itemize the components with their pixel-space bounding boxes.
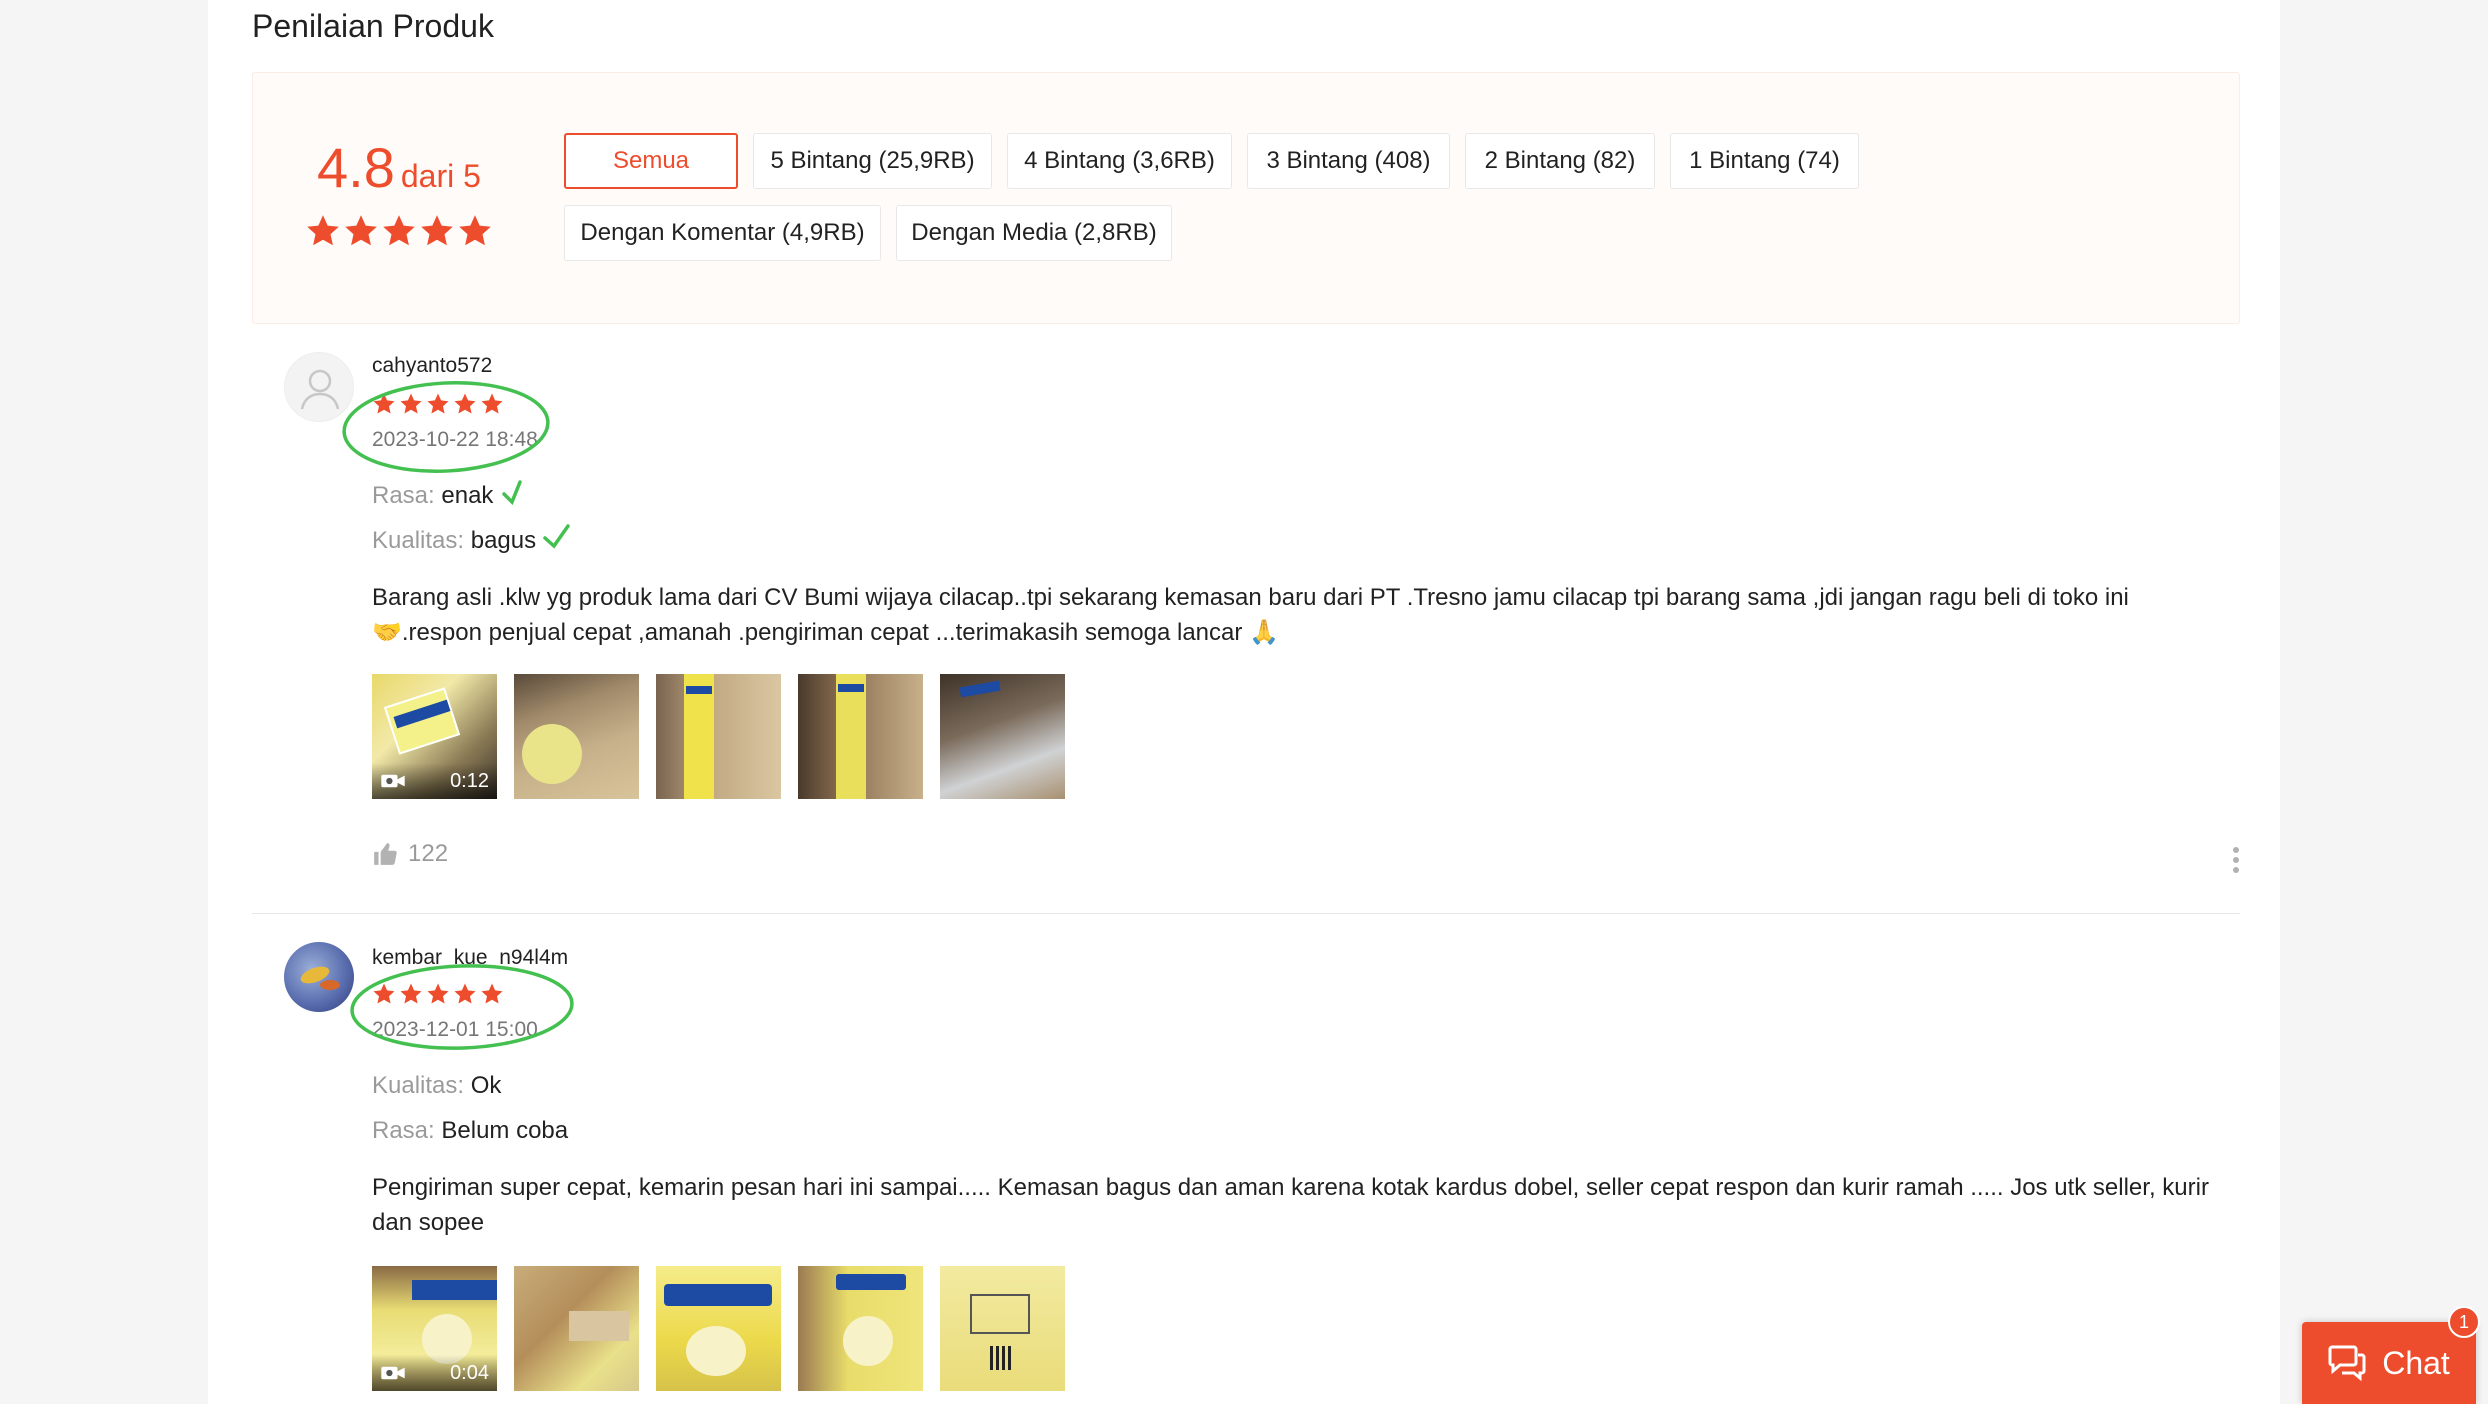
filter-dengan-media[interactable]: Dengan Media (2,8RB) <box>896 205 1172 261</box>
comment-line: 🤝.respon penjual cepat ,amanah .pengirim… <box>372 619 1279 646</box>
review-video-thumbnail[interactable]: 0:12 <box>372 674 497 799</box>
review-date: 2023-10-22 18:48 <box>372 428 538 451</box>
star-icon <box>373 393 395 414</box>
review-image-thumbnail[interactable] <box>798 1266 923 1391</box>
review-image-thumbnail[interactable] <box>798 674 923 799</box>
filter-2-bintang[interactable]: 2 Bintang (82) <box>1465 133 1655 189</box>
avatar[interactable] <box>284 942 354 1012</box>
star-icon <box>459 215 491 246</box>
chat-unread-badge: 1 <box>2448 1306 2480 1338</box>
video-bar: 0:04 <box>372 1355 497 1391</box>
star-icon <box>427 393 449 414</box>
like-button[interactable]: 122 <box>372 840 448 868</box>
review-attribute: Rasa: Belum coba <box>372 1117 568 1145</box>
score-value: 4.8 <box>317 136 395 199</box>
review-image-thumbnail[interactable] <box>940 1266 1065 1391</box>
chat-label: Chat <box>2382 1344 2450 1381</box>
filter-1-bintang[interactable]: 1 Bintang (74) <box>1670 133 1859 189</box>
review-video-thumbnail[interactable]: 0:04 <box>372 1266 497 1391</box>
video-camera-icon <box>381 774 405 788</box>
attribute-key: Rasa: <box>372 482 435 509</box>
star-icon <box>383 215 415 246</box>
star-icon <box>307 215 339 246</box>
comment-line: Barang asli .klw yg produk lama dari CV … <box>372 584 2129 611</box>
score-suffix: dari 5 <box>400 158 481 194</box>
attribute-value: enak <box>441 482 494 509</box>
reviewer-username[interactable]: cahyanto572 <box>372 354 492 378</box>
video-bar: 0:12 <box>372 763 497 799</box>
star-icon <box>400 983 422 1004</box>
review-stars <box>372 982 504 1006</box>
star-icon <box>427 983 449 1004</box>
reviewer-username[interactable]: kembar_kue_n94l4m <box>372 946 568 970</box>
star-icon <box>400 393 422 414</box>
filter-3-bintang[interactable]: 3 Bintang (408) <box>1247 133 1450 189</box>
attribute-key: Rasa: <box>372 1117 435 1144</box>
video-duration: 0:04 <box>450 1361 489 1384</box>
star-icon <box>345 215 377 246</box>
comment-line: Pengiriman super cepat, kemarin pesan ha… <box>372 1174 2209 1201</box>
star-icon <box>454 983 476 1004</box>
thumbs-up-icon <box>374 843 397 865</box>
review-comment: Pengiriman super cepat, kemarin pesan ha… <box>372 1170 2212 1240</box>
avatar[interactable] <box>284 352 354 422</box>
comment-line: dan sopee <box>372 1209 485 1236</box>
filter-5-bintang[interactable]: 5 Bintang (25,9RB) <box>753 133 992 189</box>
review-image-thumbnail[interactable] <box>514 1266 639 1391</box>
star-icon <box>481 983 503 1004</box>
overall-score: 4.8 dari 5 <box>317 135 481 200</box>
review-stars <box>372 392 504 416</box>
review-image-thumbnail[interactable] <box>940 674 1065 799</box>
review-image-thumbnail[interactable] <box>656 674 781 799</box>
filter-semua[interactable]: Semua <box>564 133 738 189</box>
section-title: Penilaian Produk <box>252 8 494 44</box>
filter-dengan-komentar[interactable]: Dengan Komentar (4,9RB) <box>564 205 881 261</box>
review-image-thumbnail[interactable] <box>514 674 639 799</box>
video-camera-icon <box>381 1366 405 1380</box>
star-icon <box>373 983 395 1004</box>
more-vertical-icon <box>2233 847 2239 873</box>
rating-overview: 4.8 dari 5 Semua 5 Bintang (25,9RB) 4 Bin… <box>252 72 2240 324</box>
review-attribute: Kualitas: bagus <box>372 527 536 555</box>
review-media: 0:12 <box>372 674 1065 799</box>
overall-stars <box>305 213 493 249</box>
review-media: 0:04 <box>372 1266 1065 1391</box>
review-image-thumbnail[interactable] <box>656 1266 781 1391</box>
product-ratings-page: Penilaian Produk 4.8 dari 5 Semua 5 Binta… <box>208 0 2280 1404</box>
attribute-value: bagus <box>470 527 537 554</box>
attribute-key: Kualitas: <box>372 527 465 554</box>
review-item: kembar_kue_n94l4m 2023-12-01 15:00 Kuali… <box>252 914 2240 1404</box>
review-attribute: Kualitas: Ok <box>372 1072 501 1100</box>
attribute-key: Kualitas: <box>372 1072 465 1099</box>
review-date: 2023-12-01 15:00 <box>372 1018 538 1041</box>
attribute-value: Ok <box>470 1072 502 1099</box>
video-duration: 0:12 <box>450 769 489 792</box>
chat-button[interactable]: Chat <box>2302 1322 2476 1404</box>
star-icon <box>454 393 476 414</box>
review-comment: Barang asli .klw yg produk lama dari CV … <box>372 580 2212 650</box>
review-attribute: Rasa: enak <box>372 482 493 510</box>
filter-4-bintang[interactable]: 4 Bintang (3,6RB) <box>1007 133 1232 189</box>
star-icon <box>481 393 503 414</box>
star-icon <box>421 215 453 246</box>
chat-bubble-icon <box>2328 1345 2366 1381</box>
attribute-value: Belum coba <box>441 1117 569 1144</box>
like-count: 122 <box>408 840 449 867</box>
more-options-button[interactable] <box>2232 846 2240 879</box>
review-item: cahyanto572 2023-10-22 18:48 Rasa: enak … <box>252 324 2240 914</box>
user-placeholder-icon <box>300 369 340 410</box>
